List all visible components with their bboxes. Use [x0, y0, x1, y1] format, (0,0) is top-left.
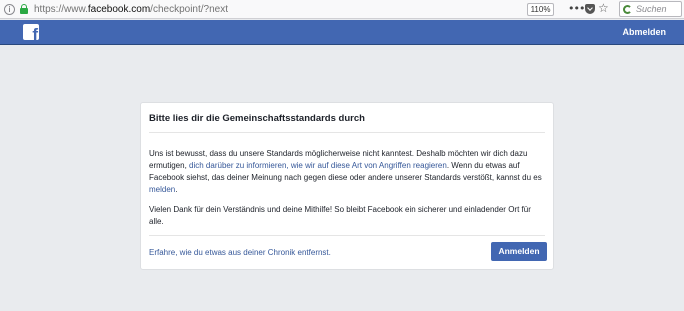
divider [149, 132, 545, 133]
google-icon [623, 4, 632, 14]
community-standards-dialog: Bitte lies dir die Gemeinschaftsstandard… [140, 102, 554, 270]
paragraph-thanks: Vielen Dank für dein Verständnis und dei… [149, 205, 531, 226]
star-icon[interactable]: ☆ [598, 1, 609, 15]
url-host: facebook.com [87, 3, 151, 15]
dialog-title: Bitte lies dir die Gemeinschaftsstandard… [149, 113, 365, 124]
dots-icon[interactable]: ••• [568, 2, 585, 15]
lock-icon[interactable] [20, 4, 28, 14]
paragraph-standards: Uns ist bewusst, dass du unsere Standard… [149, 148, 545, 196]
url-scheme: https://www. [34, 3, 88, 15]
browser-toolbar: i https://www. facebook.com/checkpoint/?n… [0, 0, 684, 19]
learn-response-link[interactable]: dich darüber zu informieren, wie wir auf… [189, 161, 447, 170]
search-placeholder: Suchen [636, 4, 667, 14]
logo-letter: f [32, 25, 38, 40]
paragraph-text: . [175, 185, 178, 194]
facebook-header: f Abmelden [0, 20, 684, 45]
logout-link[interactable]: Abmelden [622, 27, 666, 37]
pocket-icon[interactable] [585, 4, 595, 14]
address-bar[interactable]: i https://www. facebook.com/checkpoint/?n… [4, 1, 558, 17]
zoom-level-badge[interactable]: 110% [527, 3, 554, 16]
info-icon[interactable]: i [4, 3, 15, 15]
login-button[interactable]: Anmelden [491, 242, 547, 261]
url-path: /checkpoint/?next [150, 3, 228, 15]
report-link[interactable]: melden [149, 185, 175, 194]
dialog-body: Uns ist bewusst, dass du unsere Standard… [149, 148, 545, 236]
divider [149, 235, 545, 236]
remove-from-timeline-link[interactable]: Erfahre, wie du etwas aus deiner Chronik… [149, 248, 331, 257]
facebook-logo-icon[interactable]: f [23, 24, 39, 40]
search-input[interactable]: Suchen [619, 1, 682, 17]
